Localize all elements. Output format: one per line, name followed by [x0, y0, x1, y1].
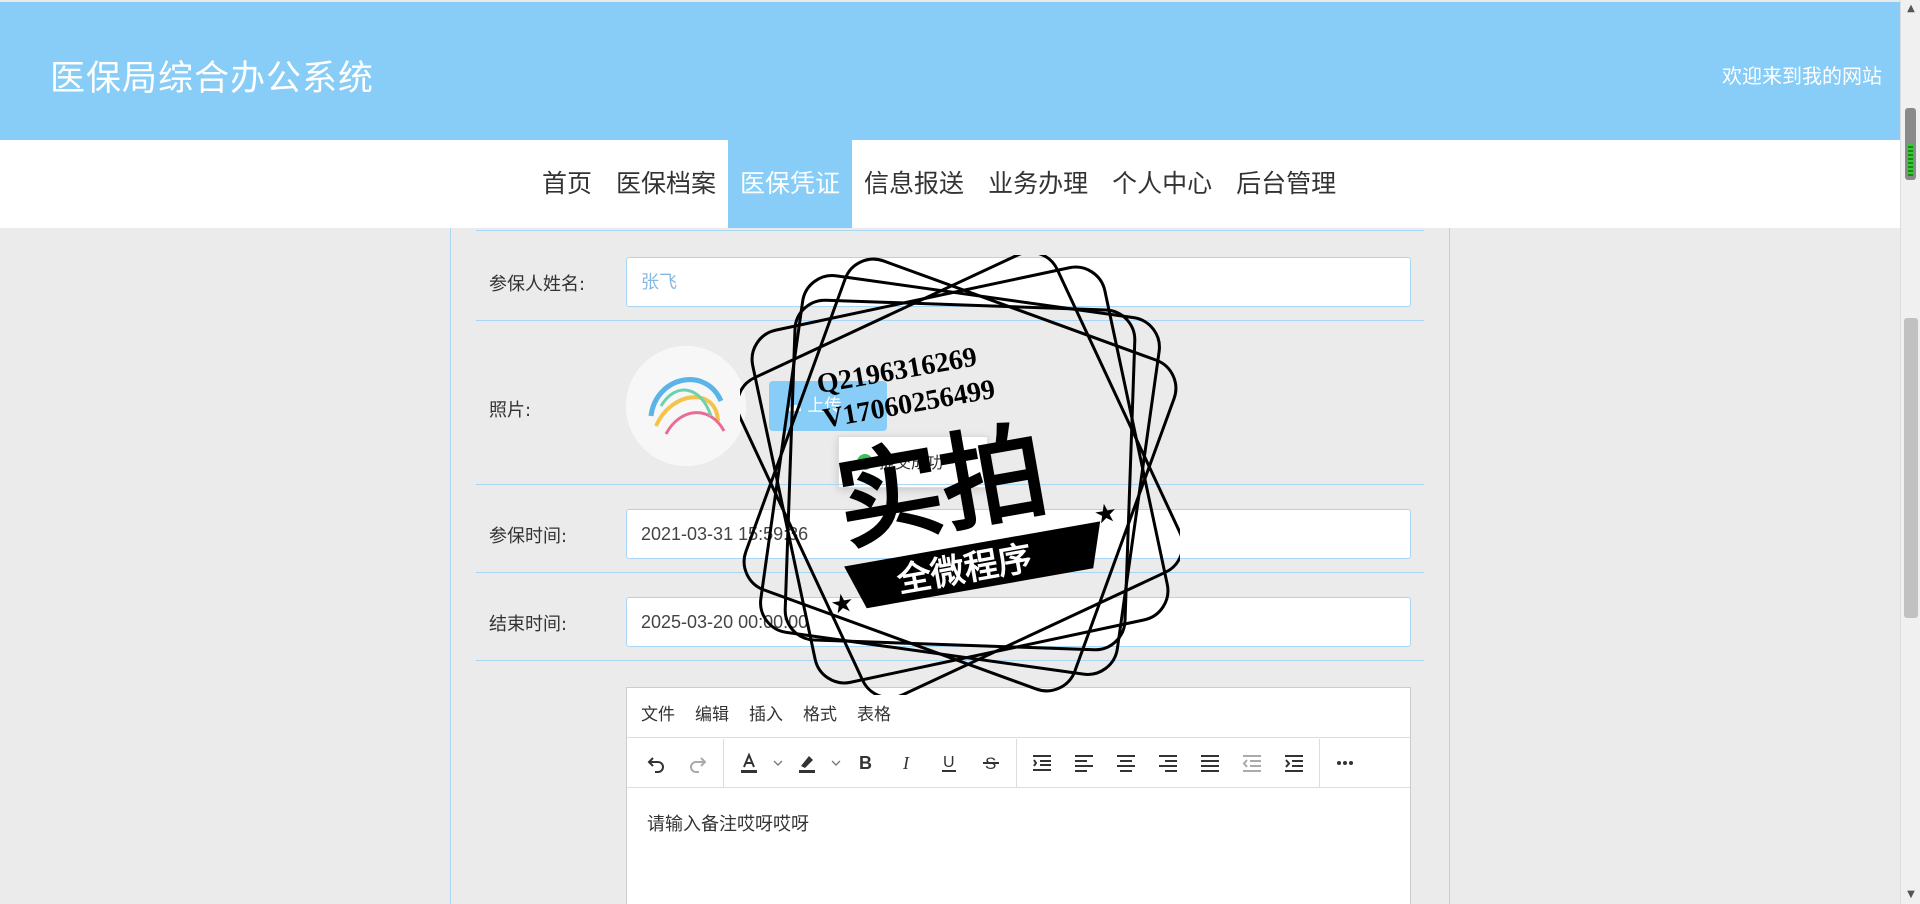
nav-profile[interactable]: 个人中心 — [1100, 140, 1224, 228]
align-left-icon[interactable] — [1063, 743, 1105, 783]
svg-text:B: B — [859, 753, 872, 773]
photo-thumbnail[interactable] — [626, 346, 746, 466]
align-justify-icon[interactable] — [1189, 743, 1231, 783]
nav-voucher[interactable]: 医保凭证 — [728, 140, 853, 228]
menu-edit[interactable]: 编辑 — [695, 700, 729, 725]
name-label: 参保人姓名: — [489, 274, 586, 295]
scroll-down-icon[interactable]: ▼ — [1901, 886, 1920, 904]
align-right-icon[interactable] — [1147, 743, 1189, 783]
form-panel: 参保人姓名: 张飞 照片: ☁ 上传 提交成功 参保时间: 2021-03-31… — [450, 228, 1450, 904]
end-time-label: 结束时间: — [489, 614, 568, 635]
line-height-icon[interactable] — [1021, 743, 1063, 783]
start-time-label: 参保时间: — [489, 526, 568, 547]
svg-text:I: I — [902, 753, 910, 773]
scroll-up-icon[interactable]: ▲ — [1901, 0, 1920, 18]
photo-label: 照片: — [489, 400, 532, 421]
page: 医保局综合办公系统 欢迎来到我的网站 首页 医保档案 医保凭证 信息报送 业务办… — [0, 0, 1920, 904]
main-nav: 首页 医保档案 医保凭证 信息报送 业务办理 个人中心 后台管理 — [0, 140, 1900, 228]
highlight-icon[interactable] — [786, 743, 828, 783]
toolbar-separator — [1016, 738, 1017, 787]
name-field[interactable]: 张飞 — [626, 257, 1411, 307]
divider — [476, 572, 1424, 573]
editor-content[interactable]: 请输入备注哎呀哎呀 — [627, 788, 1410, 858]
upload-button[interactable]: ☁ 上传 — [769, 381, 887, 431]
menu-file[interactable]: 文件 — [641, 700, 675, 725]
nav-report[interactable]: 信息报送 — [852, 140, 976, 228]
success-toast: 提交成功 — [838, 436, 988, 488]
divider — [476, 320, 1424, 321]
rich-text-editor: 文件 编辑 插入 格式 表格 B I U S — [626, 687, 1411, 904]
align-center-icon[interactable] — [1105, 743, 1147, 783]
scroll-thumb[interactable] — [1904, 318, 1918, 618]
italic-icon[interactable]: I — [886, 743, 928, 783]
chevron-down-icon[interactable] — [828, 743, 844, 783]
outdent-icon[interactable] — [1231, 743, 1273, 783]
start-time-field[interactable]: 2021-03-31 15:59:36 — [626, 509, 1411, 559]
nav-admin[interactable]: 后台管理 — [1224, 140, 1348, 228]
underline-icon[interactable]: U — [928, 743, 970, 783]
nav-archives[interactable]: 医保档案 — [604, 140, 728, 228]
editor-toolbar: B I U S — [627, 738, 1410, 788]
app-title: 医保局综合办公系统 — [50, 59, 375, 99]
nav-business[interactable]: 业务办理 — [976, 140, 1100, 228]
page-scrollbar[interactable]: ▲ ▼ — [1900, 0, 1920, 904]
nav-home[interactable]: 首页 — [530, 140, 604, 228]
bold-icon[interactable]: B — [844, 743, 886, 783]
strikethrough-icon[interactable]: S — [970, 743, 1012, 783]
end-time-field[interactable]: 2025-03-20 00:00:00 — [626, 597, 1411, 647]
check-icon — [857, 454, 873, 470]
upload-icon: ☁ — [785, 396, 808, 416]
menu-insert[interactable]: 插入 — [749, 700, 783, 725]
chevron-down-icon[interactable] — [770, 743, 786, 783]
indent-icon[interactable] — [1273, 743, 1315, 783]
scroll-marker — [1905, 108, 1916, 180]
divider — [476, 660, 1424, 661]
menu-table[interactable]: 表格 — [857, 700, 891, 725]
redo-icon[interactable] — [677, 743, 719, 783]
menu-format[interactable]: 格式 — [803, 700, 837, 725]
welcome-text: 欢迎来到我的网站 — [1722, 64, 1882, 88]
svg-text:U: U — [943, 754, 955, 771]
divider — [476, 484, 1424, 485]
text-color-icon[interactable] — [728, 743, 770, 783]
more-icon[interactable] — [1324, 743, 1366, 783]
editor-menubar: 文件 编辑 插入 格式 表格 — [627, 688, 1410, 738]
undo-icon[interactable] — [635, 743, 677, 783]
toolbar-separator — [1319, 738, 1320, 787]
header: 医保局综合办公系统 欢迎来到我的网站 — [0, 0, 1900, 140]
divider — [476, 230, 1424, 231]
toolbar-separator — [723, 738, 724, 787]
